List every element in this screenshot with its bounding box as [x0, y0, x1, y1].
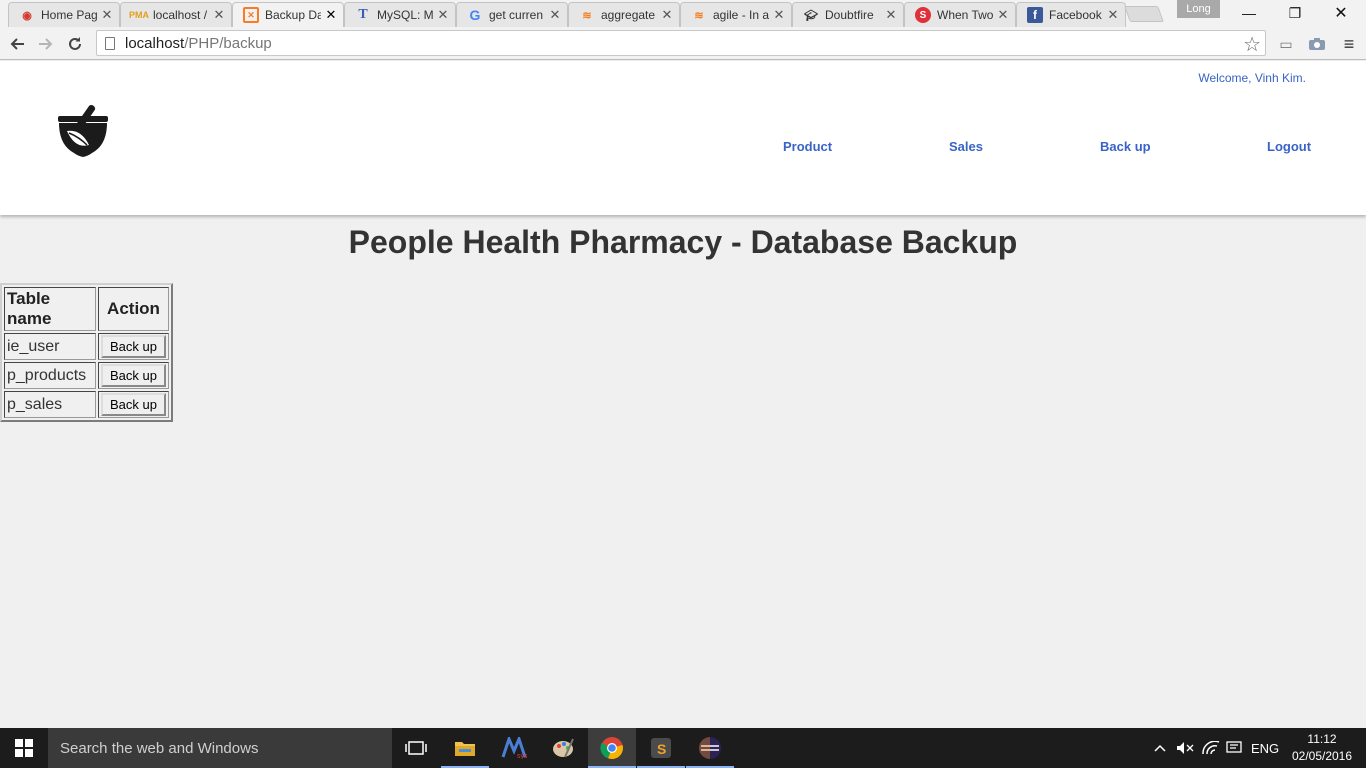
close-tab-icon[interactable]: ✕ [549, 7, 561, 23]
table-name-cell: p_products [4, 362, 96, 389]
table-row: p_products Back up [4, 362, 169, 389]
column-header-action: Action [98, 287, 169, 331]
paint-palette-icon[interactable] [539, 728, 587, 768]
close-tab-icon[interactable]: ✕ [773, 7, 785, 23]
tab-doubtfire[interactable]: 🎓︎ Doubtfire ✕ [792, 2, 904, 27]
tab-title: MySQL: M [377, 8, 433, 22]
facebook-icon: f [1027, 7, 1043, 23]
table-row: p_sales Back up [4, 391, 169, 418]
joomla-icon: ◉ [22, 9, 32, 22]
tab-backup-database[interactable]: ✕ Backup Da ✕ [232, 2, 344, 27]
clock-date: 02/05/2016 [1291, 749, 1353, 763]
tab-title: localhost / [153, 8, 208, 22]
tab-title: When Two [937, 8, 993, 22]
backup-p-sales-button[interactable]: Back up [101, 393, 166, 416]
file-explorer-icon[interactable] [441, 728, 489, 768]
table-row: ie_user Back up [4, 333, 169, 360]
tab-stackoverflow-aggregate[interactable]: ≋ aggregate ✕ [568, 2, 680, 27]
windows-taskbar: Search the web and Windows sys S ENG 11:… [0, 728, 1366, 768]
tab-facebook[interactable]: f Facebook ✕ [1016, 2, 1126, 27]
tab-home-page[interactable]: ◉ Home Pag ✕ [8, 2, 120, 27]
nav-sales-link[interactable]: Sales [949, 139, 983, 154]
close-tab-icon[interactable]: ✕ [213, 7, 225, 23]
tab-google-search[interactable]: G get curren ✕ [456, 2, 568, 27]
back-arrow-icon[interactable] [4, 31, 30, 57]
nav-logout-link[interactable]: Logout [1267, 139, 1311, 154]
tab-mysql[interactable]: T MySQL: M ✕ [344, 2, 456, 27]
close-tab-icon[interactable]: ✕ [885, 7, 897, 23]
svg-text:S: S [657, 741, 666, 757]
close-window-icon[interactable]: ✕ [1318, 0, 1364, 26]
tab-stackoverflow-agile[interactable]: ≋ agile - In a ✕ [680, 2, 792, 27]
close-tab-icon[interactable]: ✕ [437, 7, 449, 23]
t-icon: T [358, 7, 368, 22]
table-name-cell: p_sales [4, 391, 96, 418]
task-view-icon[interactable] [392, 728, 440, 768]
browser-tab-strip: ◉ Home Pag ✕ PMA localhost / ✕ ✕ Backup … [0, 0, 1366, 27]
tab-title: Backup Da [265, 8, 321, 22]
cast-icon[interactable]: ▭ [1274, 32, 1298, 56]
taskbar-search-box[interactable]: Search the web and Windows [48, 728, 392, 768]
tab-title: Facebook [1049, 8, 1102, 22]
menu-icon[interactable]: ≡ [1337, 32, 1361, 56]
notifications-icon[interactable] [1226, 728, 1242, 768]
close-tab-icon[interactable]: ✕ [661, 7, 673, 23]
clock-time: 11:12 [1307, 732, 1337, 746]
browser-toolbar: localhost/PHP/backup ☆ ▭ ≡ [0, 27, 1366, 60]
tab-phpmyadmin[interactable]: PMA localhost / ✕ [120, 2, 232, 27]
windows-start-icon[interactable] [0, 728, 48, 768]
address-bar[interactable]: localhost/PHP/backup ☆ [96, 30, 1266, 56]
backup-ie-user-button[interactable]: Back up [101, 335, 166, 358]
maple-app-icon[interactable]: sys [490, 728, 538, 768]
close-tab-icon[interactable]: ✕ [997, 7, 1009, 23]
graduation-cap-icon: 🎓︎ [804, 9, 818, 22]
tab-when-two[interactable]: S When Two ✕ [904, 2, 1016, 27]
tab-title: get curren [489, 8, 544, 22]
table-header-row: Table name Action [4, 287, 169, 331]
nav-product-link[interactable]: Product [783, 139, 832, 154]
input-language-indicator[interactable]: ENG [1251, 728, 1279, 768]
xampp-icon: ✕ [243, 7, 259, 23]
nav-backup-link[interactable]: Back up [1100, 139, 1151, 154]
sublime-text-icon[interactable]: S [637, 728, 685, 768]
show-hidden-icons-chevron-icon[interactable] [1153, 728, 1167, 768]
volume-muted-icon[interactable] [1176, 728, 1194, 768]
tab-title: Doubtfire [825, 8, 874, 22]
site-header: Welcome, Vinh Kim. Product Sales Back up… [0, 61, 1366, 215]
phpmyadmin-icon: PMA [129, 10, 149, 20]
backup-table: Table name Action ie_user Back up p_prod… [0, 283, 173, 422]
tab-title: aggregate [601, 8, 656, 22]
taskbar-clock[interactable]: 11:12 02/05/2016 [1290, 731, 1354, 765]
page-icon [105, 36, 115, 50]
backup-p-products-button[interactable]: Back up [101, 364, 166, 387]
forward-arrow-icon[interactable] [33, 31, 59, 57]
camera-icon[interactable] [1305, 32, 1329, 56]
url-text: localhost/PHP/backup [125, 34, 272, 52]
tab-title: Home Pag [41, 8, 97, 22]
google-icon: G [469, 7, 481, 23]
new-tab-button[interactable] [1124, 6, 1164, 22]
stackoverflow-icon: ≋ [694, 9, 704, 22]
chrome-browser-icon[interactable] [588, 728, 636, 768]
column-header-table-name: Table name [4, 287, 96, 331]
page-title: People Health Pharmacy - Database Backup [348, 224, 1018, 260]
profile-badge[interactable]: Long [1177, 0, 1220, 18]
close-tab-icon[interactable]: ✕ [325, 7, 337, 23]
svg-text:sys: sys [517, 753, 527, 759]
close-tab-icon[interactable]: ✕ [1107, 7, 1119, 23]
red-logo-icon: S [915, 7, 931, 23]
restore-icon[interactable]: ❐ [1272, 0, 1318, 26]
bookmark-star-icon[interactable]: ☆ [1243, 32, 1261, 57]
close-tab-icon[interactable]: ✕ [101, 7, 113, 23]
stackoverflow-icon: ≋ [582, 9, 592, 22]
wifi-icon[interactable] [1202, 728, 1220, 768]
minimize-icon[interactable]: — [1226, 0, 1272, 26]
tab-title: agile - In a [713, 8, 769, 22]
welcome-message: Welcome, Vinh Kim. [1198, 71, 1306, 85]
reload-icon[interactable] [62, 31, 88, 57]
mortar-pestle-logo-icon[interactable] [55, 101, 110, 161]
table-name-cell: ie_user [4, 333, 96, 360]
eclipse-icon[interactable] [686, 728, 734, 768]
